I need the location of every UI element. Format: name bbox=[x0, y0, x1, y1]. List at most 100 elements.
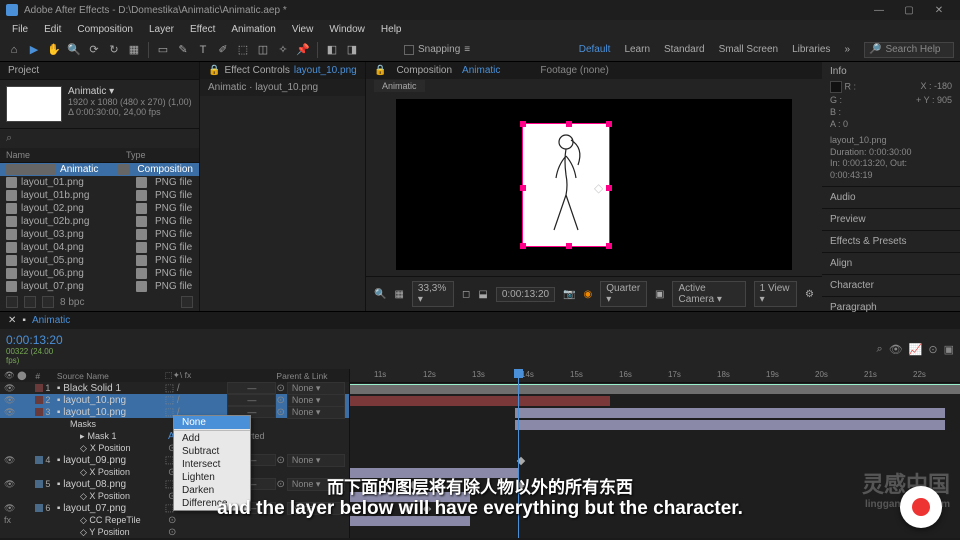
tl-search-icon[interactable]: ⌕ bbox=[877, 343, 883, 356]
pen-tool-icon[interactable]: ✎ bbox=[175, 42, 191, 58]
time-ruler[interactable]: 11s12s13s14s15s16s17s18s19s20s21s22s bbox=[350, 369, 960, 383]
channel-icon[interactable]: ⬓ bbox=[478, 289, 487, 300]
fill-icon[interactable]: ◧ bbox=[324, 42, 340, 58]
menu-view[interactable]: View bbox=[284, 24, 322, 35]
mask-mode-darken[interactable]: Darken bbox=[174, 484, 250, 497]
asset-row[interactable]: layout_05.pngPNG file bbox=[0, 254, 199, 267]
help-search[interactable]: 🔎 Search Help bbox=[864, 42, 954, 58]
mask-mode-lighten[interactable]: Lighten bbox=[174, 471, 250, 484]
new-comp-icon[interactable] bbox=[42, 296, 54, 308]
prop-mask1[interactable]: ▸ Mask 1 bbox=[58, 431, 168, 442]
tl-3d-icon[interactable]: ▣ bbox=[944, 343, 954, 356]
asset-row[interactable]: layout_06.pngPNG file bbox=[0, 267, 199, 280]
clone-tool-icon[interactable]: ⬚ bbox=[235, 42, 251, 58]
project-search[interactable]: ⌕ bbox=[0, 129, 199, 148]
selection-tool-icon[interactable]: ▶ bbox=[26, 42, 42, 58]
time-display[interactable]: 0:00:13:20 bbox=[496, 287, 555, 302]
workspace-small-screen[interactable]: Small Screen bbox=[719, 44, 778, 55]
mask-mode-difference[interactable]: Difference bbox=[174, 497, 250, 510]
asset-row[interactable]: layout_02.pngPNG file bbox=[0, 202, 199, 215]
menu-window[interactable]: Window bbox=[321, 24, 373, 35]
workspace-standard[interactable]: Standard bbox=[664, 44, 705, 55]
resolution-dropdown[interactable]: Quarter ▾ bbox=[600, 281, 647, 307]
trash-icon[interactable] bbox=[181, 296, 193, 308]
panel-align[interactable]: Align bbox=[822, 253, 960, 275]
asset-row[interactable]: layout_01b.pngPNG file bbox=[0, 189, 199, 202]
col-name[interactable]: Name bbox=[6, 150, 126, 160]
record-button[interactable] bbox=[900, 486, 942, 528]
col-type[interactable]: Type bbox=[126, 150, 146, 160]
bpc-label[interactable]: 8 bpc bbox=[60, 297, 84, 308]
prop-masks[interactable]: Masks bbox=[58, 419, 168, 429]
rotate-tool-icon[interactable]: ↻ bbox=[106, 42, 122, 58]
interpret-icon[interactable] bbox=[6, 296, 18, 308]
tl-shy-icon[interactable]: 👁 bbox=[889, 343, 903, 356]
snap-options-icon[interactable]: ≡ bbox=[464, 44, 470, 55]
viewer-options-icon[interactable]: ⚙ bbox=[805, 289, 814, 300]
prop-xposition[interactable]: ◇ X Position bbox=[58, 443, 168, 454]
new-folder-icon[interactable] bbox=[24, 296, 36, 308]
shape-tool-icon[interactable]: ▭ bbox=[155, 42, 171, 58]
tl-mb-icon[interactable]: ⊙ bbox=[928, 343, 937, 356]
comp-crumb[interactable]: Animatic bbox=[374, 80, 425, 92]
type-tool-icon[interactable]: T bbox=[195, 42, 211, 58]
camera-tool-icon[interactable]: ▦ bbox=[126, 42, 142, 58]
grid-icon[interactable]: ▦ bbox=[394, 289, 403, 300]
mask-mode-add[interactable]: Add bbox=[174, 432, 250, 445]
timecode[interactable]: 0:00:13:20 bbox=[6, 333, 58, 347]
snapshot-icon[interactable]: 📷 bbox=[563, 289, 575, 300]
timeline-layer[interactable]: 👁1▪ Black Solid 1⬚ /—⊙None ▾ bbox=[0, 382, 349, 394]
maximize-button[interactable]: ▢ bbox=[894, 5, 924, 16]
magnify-icon[interactable]: 🔍 bbox=[374, 289, 386, 300]
close-button[interactable]: ✕ bbox=[924, 5, 954, 16]
zoom-tool-icon[interactable]: 🔍 bbox=[66, 42, 82, 58]
asset-row[interactable]: layout_02b.pngPNG file bbox=[0, 215, 199, 228]
playhead[interactable] bbox=[518, 369, 519, 538]
timeline-tracks[interactable]: 11s12s13s14s15s16s17s18s19s20s21s22s bbox=[350, 369, 960, 538]
timeline-layer[interactable]: 👁2▪ layout_10.png⬚ /—⊙None ▾ bbox=[0, 394, 349, 406]
lock-icon[interactable]: 🔒 bbox=[208, 65, 220, 76]
mask-mode-intersect[interactable]: Intersect bbox=[174, 458, 250, 471]
menu-edit[interactable]: Edit bbox=[36, 24, 69, 35]
zoom-dropdown[interactable]: 33,3% ▾ bbox=[412, 281, 454, 307]
brush-tool-icon[interactable]: ✐ bbox=[215, 42, 231, 58]
snapping-checkbox[interactable] bbox=[404, 45, 414, 55]
workspace-default[interactable]: Default bbox=[579, 44, 611, 55]
puppet-tool-icon[interactable]: 📌 bbox=[295, 42, 311, 58]
menu-help[interactable]: Help bbox=[373, 24, 410, 35]
col-source-name[interactable]: Source Name bbox=[57, 371, 165, 381]
composition-viewport[interactable]: ◇ bbox=[396, 99, 792, 270]
menu-composition[interactable]: Composition bbox=[69, 24, 141, 35]
col-parent[interactable]: Parent & Link bbox=[276, 371, 345, 381]
region-icon[interactable]: ▣ bbox=[655, 289, 664, 300]
timeline-close-icon[interactable]: ✕ bbox=[8, 315, 16, 326]
color-icon[interactable]: ◉ bbox=[584, 289, 593, 300]
asset-row[interactable]: AnimaticComposition bbox=[0, 163, 199, 176]
menu-animation[interactable]: Animation bbox=[223, 24, 283, 35]
view-dropdown[interactable]: 1 View ▾ bbox=[754, 281, 797, 307]
res-toggle-icon[interactable]: ◻ bbox=[462, 289, 470, 300]
lock-icon[interactable]: 🔒 bbox=[374, 65, 386, 76]
asset-row[interactable]: layout_01.pngPNG file bbox=[0, 176, 199, 189]
panel-audio[interactable]: Audio bbox=[822, 187, 960, 209]
roto-tool-icon[interactable]: ✧ bbox=[275, 42, 291, 58]
asset-row[interactable]: layout_07.pngPNG file bbox=[0, 280, 199, 293]
panel-character[interactable]: Character bbox=[822, 275, 960, 297]
mask-mode-subtract[interactable]: Subtract bbox=[174, 445, 250, 458]
menu-file[interactable]: File bbox=[4, 24, 36, 35]
orbit-tool-icon[interactable]: ⟳ bbox=[86, 42, 102, 58]
panel-effects-presets[interactable]: Effects & Presets bbox=[822, 231, 960, 253]
menu-layer[interactable]: Layer bbox=[141, 24, 182, 35]
timeline-lock-icon[interactable]: ▪ bbox=[22, 315, 26, 326]
stroke-icon[interactable]: ◨ bbox=[344, 42, 360, 58]
timeline-tab[interactable]: Animatic bbox=[32, 315, 70, 326]
mask-mode-none[interactable]: None bbox=[174, 416, 250, 429]
workspace-more-icon[interactable]: » bbox=[844, 44, 850, 55]
minimize-button[interactable]: — bbox=[864, 5, 894, 16]
camera-dropdown[interactable]: Active Camera ▾ bbox=[672, 281, 745, 307]
tl-graph-icon[interactable]: 📈 bbox=[909, 343, 923, 356]
panel-preview[interactable]: Preview bbox=[822, 209, 960, 231]
eraser-tool-icon[interactable]: ◫ bbox=[255, 42, 271, 58]
workspace-learn[interactable]: Learn bbox=[624, 44, 650, 55]
workspace-libraries[interactable]: Libraries bbox=[792, 44, 830, 55]
